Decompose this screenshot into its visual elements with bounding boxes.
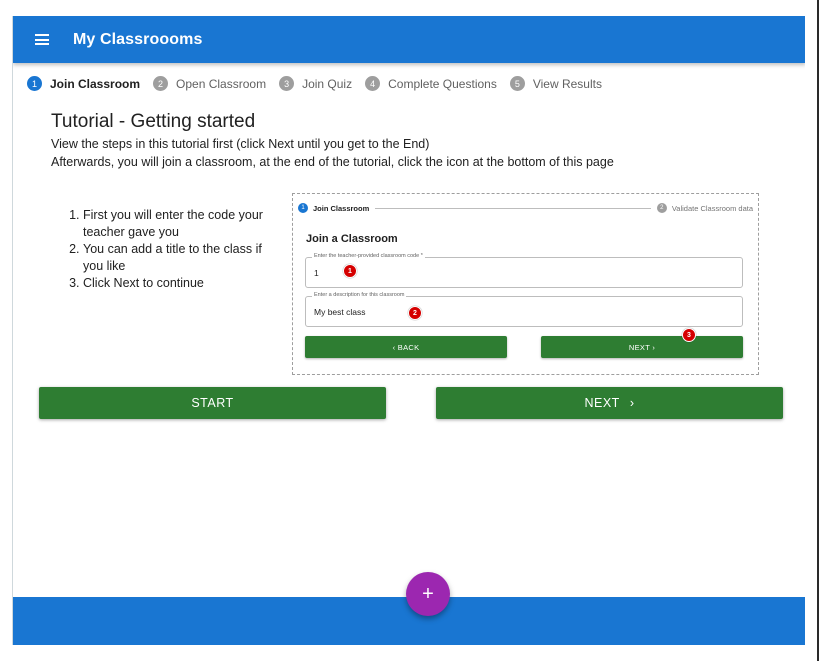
callout-badge: 2	[408, 306, 422, 320]
app-frame: My Classroooms 1 Join Classroom 2 Open C…	[12, 16, 805, 645]
next-button[interactable]: NEXT ›	[436, 387, 783, 419]
step-complete-questions[interactable]: 4 Complete Questions	[365, 76, 497, 91]
step-label: Complete Questions	[388, 76, 497, 91]
preview-step-number: 2	[656, 203, 667, 213]
callout-badge: 3	[682, 328, 696, 342]
chevron-right-icon: ›	[629, 396, 635, 410]
step-number: 3	[279, 76, 295, 91]
preview-field-label: Enter a description for this classroom	[312, 292, 407, 298]
tutorial-title: Tutorial - Getting started	[51, 111, 256, 132]
tutorial-intro-line-2: Afterwards, you will join a classroom, a…	[51, 155, 614, 169]
preview-field-label: Enter the teacher-provided classroom cod…	[312, 253, 425, 259]
preview-step-number: 1	[298, 203, 308, 213]
step-label: View Results	[532, 76, 602, 91]
preview-next-button: NEXT ›	[541, 336, 743, 358]
preview-code-field: Enter the teacher-provided classroom cod…	[305, 253, 743, 288]
next-button-label: NEXT	[584, 396, 620, 410]
menu-icon[interactable]	[35, 34, 49, 45]
instruction-item: You can add a title to the class if you …	[83, 241, 285, 275]
callout-badge: 1	[343, 264, 357, 278]
app-bar: My Classroooms	[13, 16, 805, 63]
start-button[interactable]: START	[39, 387, 386, 419]
step-label: Open Classroom	[176, 76, 267, 91]
instruction-list: First you will enter the code your teach…	[55, 207, 285, 292]
step-label: Join Classroom	[50, 76, 141, 91]
step-view-results[interactable]: 5 View Results	[509, 76, 602, 91]
preview-stepper: 1 Join Classroom 2 Validate Classroom da…	[298, 201, 753, 215]
tutorial-screenshot-preview: 1 Join Classroom 2 Validate Classroom da…	[292, 193, 759, 375]
preview-description-field: Enter a description for this classroom M…	[305, 292, 743, 327]
instruction-item: First you will enter the code your teach…	[83, 207, 285, 241]
plus-icon[interactable]: +	[406, 572, 450, 616]
app-title: My Classroooms	[73, 30, 203, 48]
step-number: 4	[365, 76, 381, 91]
preview-step-label: Join Classroom	[313, 203, 370, 213]
step-join-classroom[interactable]: 1 Join Classroom	[27, 76, 140, 91]
step-number: 5	[509, 76, 525, 91]
tutorial-intro-line-1: View the steps in this tutorial first (c…	[51, 137, 430, 151]
preview-back-button: ‹ BACK	[305, 336, 507, 358]
step-label: Join Quiz	[302, 76, 353, 91]
step-number: 2	[153, 76, 169, 91]
preview-step-connector	[375, 207, 651, 209]
step-open-classroom[interactable]: 2 Open Classroom	[153, 76, 266, 91]
step-join-quiz[interactable]: 3 Join Quiz	[279, 76, 352, 91]
tutorial-stepper: 1 Join Classroom 2 Open Classroom 3 Join…	[27, 76, 615, 91]
preview-heading: Join a Classroom	[306, 233, 398, 245]
preview-step-label: Validate Classroom data	[671, 203, 753, 213]
preview-field-value: My best class	[314, 307, 366, 317]
step-number: 1	[27, 76, 42, 91]
instruction-item: Click Next to continue	[83, 275, 285, 292]
preview-field-value: 1	[314, 268, 319, 278]
